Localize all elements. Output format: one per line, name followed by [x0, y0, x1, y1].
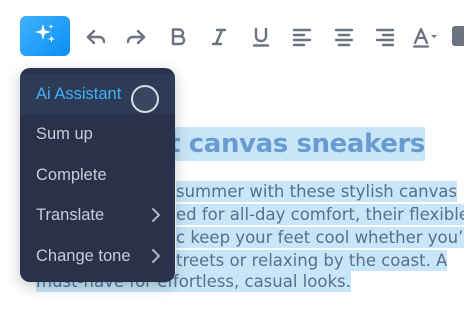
paragraph-line-3: c keep your feet cool whether you’re	[176, 227, 464, 250]
pointer-cursor-indicator	[131, 85, 159, 113]
underline-icon[interactable]	[250, 26, 272, 48]
menu-item-ai-assistant[interactable]: Ai Assistant	[20, 74, 175, 114]
bold-icon[interactable]	[167, 26, 189, 48]
text-color-icon[interactable]	[412, 26, 442, 48]
menu-item-label: Ai Assistant	[36, 84, 122, 103]
highlight-icon[interactable]	[452, 26, 464, 46]
paragraph-line-2: ed for all-day comfort, their flexible	[176, 204, 464, 227]
ai-assistant-menu: Ai Assistant Sum up Complete Translate C…	[20, 68, 175, 282]
paragraph-line-4: treets or relaxing by the coast. A	[176, 250, 448, 271]
redo-icon[interactable]	[125, 26, 147, 48]
chevron-right-icon	[152, 208, 160, 222]
undo-icon[interactable]	[85, 26, 107, 48]
menu-item-label: Complete	[36, 165, 107, 184]
sparkles-icon	[32, 21, 58, 52]
align-center-icon[interactable]	[333, 26, 355, 48]
menu-item-translate[interactable]: Translate	[20, 195, 175, 235]
menu-item-complete[interactable]: Complete	[20, 155, 175, 195]
menu-item-sum-up[interactable]: Sum up	[20, 114, 175, 154]
align-left-icon[interactable]	[291, 26, 313, 48]
menu-item-label: Sum up	[36, 124, 93, 143]
menu-item-change-tone[interactable]: Change tone	[20, 236, 175, 276]
editor-window: nt canvas sneakers summer with these sty…	[0, 0, 464, 309]
formatting-toolbar	[0, 0, 464, 72]
menu-item-label: Change tone	[36, 246, 131, 265]
paragraph-line-1: summer with these stylish canvas	[176, 181, 458, 202]
ai-assistant-button[interactable]	[20, 16, 70, 56]
italic-icon[interactable]	[208, 26, 230, 48]
menu-item-label: Translate	[36, 205, 105, 224]
align-right-icon[interactable]	[374, 26, 396, 48]
chevron-right-icon	[152, 249, 160, 263]
heading-text: nt canvas sneakers	[150, 127, 425, 161]
